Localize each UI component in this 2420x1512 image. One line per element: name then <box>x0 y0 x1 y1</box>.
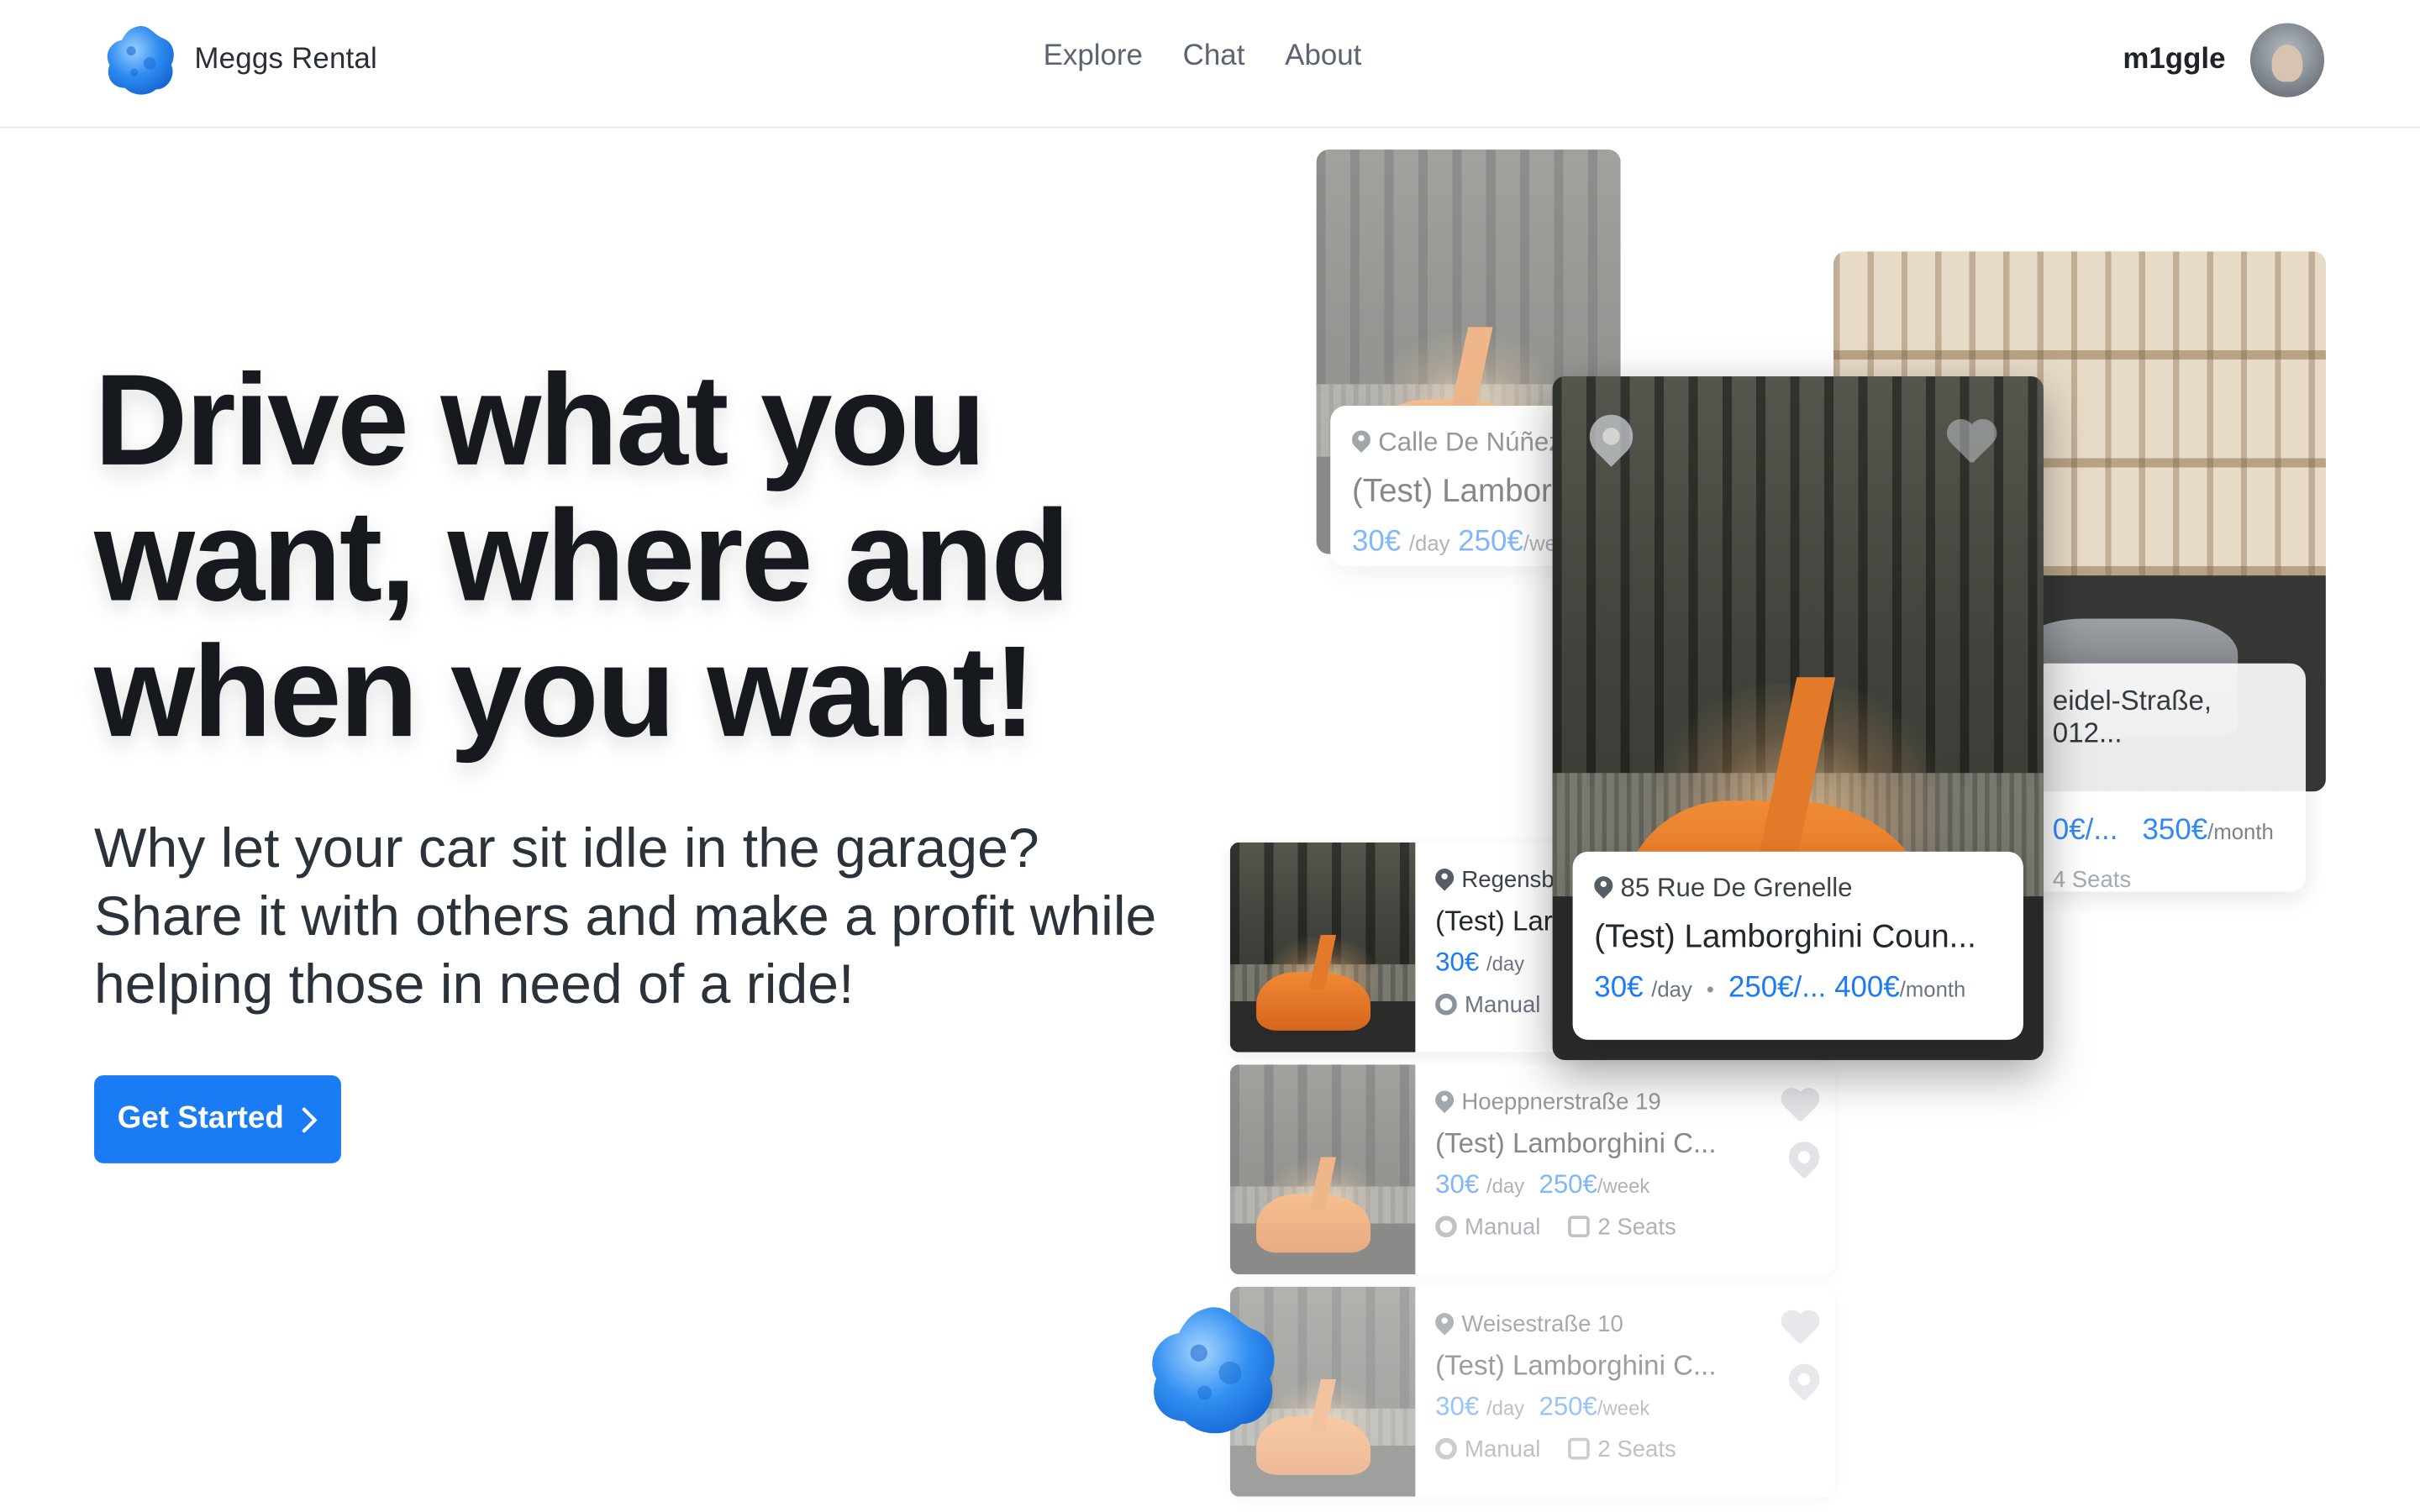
list-location: Regensb <box>1461 867 1555 894</box>
nav-link-about[interactable]: About <box>1285 40 1361 74</box>
map-pin-icon[interactable] <box>1590 415 1633 471</box>
transmission: Manual <box>1465 991 1541 1019</box>
user-menu[interactable]: m1ggle <box>2123 23 2325 97</box>
list-item-body: Hoeppnerstraße 19 (Test) Lamborghini C..… <box>1435 1089 1819 1241</box>
price-day: 30€ <box>1351 526 1402 559</box>
brand-name: Meggs Rental <box>194 43 377 76</box>
card-info: 85 Rue De Grenelle (Test) Lamborghini Co… <box>1572 851 2023 1040</box>
seat-icon <box>1568 1437 1591 1460</box>
seats: 2 Seats <box>1597 1214 1676 1241</box>
gear-icon <box>1435 1215 1457 1238</box>
seat-icon <box>1568 1215 1591 1238</box>
brand-link[interactable]: Meggs Rental <box>102 22 377 99</box>
heart-icon[interactable] <box>1780 1311 1820 1345</box>
avatar[interactable] <box>2249 23 2325 97</box>
price-day: 30€ <box>1435 947 1480 977</box>
gear-icon <box>1435 993 1457 1016</box>
get-started-button[interactable]: Get Started <box>94 1075 341 1163</box>
location-pin-icon <box>1435 1312 1454 1336</box>
page: Meggs Rental Explore Chat About m1ggle D… <box>0 0 2420 1512</box>
car-thumb <box>1229 842 1416 1053</box>
username: m1ggle <box>2123 43 2226 76</box>
blob-decoration-icon <box>1152 1307 1275 1434</box>
card-info: eidel-Straße, 012... 0€/... 350€/month 4… <box>2031 663 2307 894</box>
location-pin-icon <box>1594 876 1612 900</box>
price-week: 250€/... <box>1728 972 1827 1005</box>
list-title: (Test) Lamborghini C... <box>1435 1350 1717 1381</box>
card-location: eidel-Straße, 012... <box>2052 685 2212 748</box>
list-location: Hoeppnerstraße 19 <box>1461 1089 1661 1116</box>
hero-title: Drive what you want, where and when you … <box>94 347 1071 764</box>
location-pin-icon <box>1435 1090 1454 1115</box>
price-month: 400€ <box>1834 972 1900 1005</box>
nav-link-explore[interactable]: Explore <box>1044 40 1143 74</box>
car-thumb <box>1229 1064 1416 1275</box>
price-day: 30€ <box>1435 1169 1480 1200</box>
nav-link-chat[interactable]: Chat <box>1183 40 1245 74</box>
map-pin-icon[interactable] <box>1789 1364 1820 1404</box>
price-week: 250€ <box>1539 1169 1597 1200</box>
transmission: Manual <box>1465 1214 1541 1241</box>
list-item-body: Weisestraße 10 (Test) Lamborghini C... 3… <box>1435 1311 1819 1462</box>
map-pin-icon[interactable] <box>1789 1142 1820 1182</box>
price-month: 350€ <box>2142 814 2208 848</box>
top-navbar: Meggs Rental Explore Chat About m1ggle <box>0 0 2420 129</box>
card-location: Calle De Núñez <box>1378 427 1562 457</box>
price-day: 30€ <box>1435 1391 1480 1421</box>
list-title: (Test) Lamborghini C... <box>1435 1127 1717 1159</box>
seats: 2 Seats <box>1597 1436 1676 1463</box>
location-pin-icon <box>1352 430 1370 454</box>
location-pin-icon <box>1435 868 1454 892</box>
price-week: 250€ <box>1539 1391 1597 1421</box>
hero-subtitle: Why let your car sit idle in the garage?… <box>94 816 1157 1016</box>
main-nav: Explore Chat About <box>1044 40 1362 74</box>
list-item[interactable]: Weisestraße 10 (Test) Lamborghini C... 3… <box>1229 1286 1835 1497</box>
heart-icon[interactable] <box>1780 1089 1820 1123</box>
logo-blob-icon <box>102 22 179 99</box>
price-week: 0€/... <box>2052 814 2118 848</box>
seats: 4 Seats <box>2052 867 2132 894</box>
price-week: 250€ <box>1458 526 1523 559</box>
list-item[interactable]: Hoeppnerstraße 19 (Test) Lamborghini C..… <box>1229 1064 1835 1275</box>
price-day: 30€ <box>1594 972 1644 1005</box>
get-started-label: Get Started <box>117 1101 284 1136</box>
heart-icon[interactable] <box>1944 421 1996 465</box>
card-title: (Test) Lamborghini Coun... <box>1594 919 1976 955</box>
card-location: 85 Rue De Grenelle <box>1620 873 1853 903</box>
chevron-right-icon <box>302 1106 318 1132</box>
transmission: Manual <box>1465 1436 1541 1463</box>
list-location: Weisestraße 10 <box>1461 1311 1623 1338</box>
gear-icon <box>1435 1437 1457 1460</box>
